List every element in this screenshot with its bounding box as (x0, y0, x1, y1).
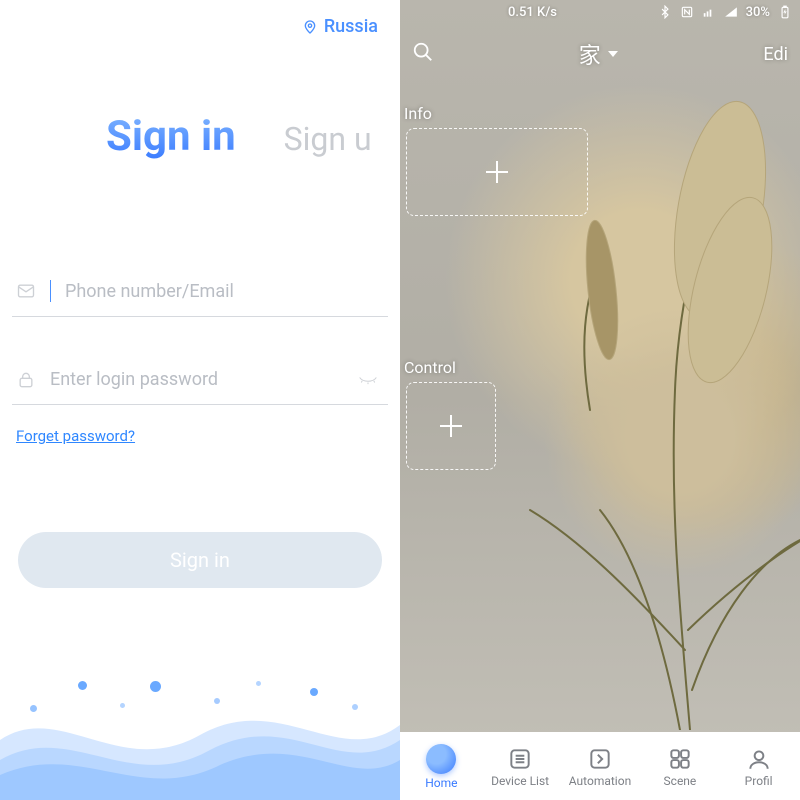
nav-profile-label: Profil (745, 774, 773, 788)
lock-icon (16, 370, 36, 390)
nav-home[interactable]: Home (411, 744, 471, 790)
nav-device-list[interactable]: Device List (490, 746, 550, 788)
signal-4g-icon (702, 5, 716, 19)
search-button[interactable] (412, 41, 434, 67)
plus-icon (486, 161, 508, 183)
location-pin-icon (302, 18, 318, 36)
nav-scene-label: Scene (664, 774, 697, 788)
android-status-bar: 0.51 K/s 30% (400, 0, 800, 24)
home-icon (426, 744, 456, 774)
battery-charging-icon (778, 5, 792, 19)
nav-profile[interactable]: Profil (729, 746, 789, 788)
home-title-label: 家 (579, 38, 601, 70)
envelope-icon (16, 281, 36, 301)
nfc-icon (680, 5, 694, 19)
add-info-card[interactable] (406, 128, 588, 216)
search-icon (412, 41, 434, 63)
plus-icon (440, 415, 462, 437)
bluetooth-icon (658, 5, 672, 19)
edit-button[interactable]: Edi (763, 44, 788, 65)
section-control-label: Control (404, 358, 456, 377)
email-input[interactable] (65, 281, 384, 302)
signin-button[interactable]: Sign in (18, 532, 382, 588)
nav-home-label: Home (425, 776, 457, 790)
signal-bars-icon (724, 5, 738, 19)
home-title-dropdown[interactable]: 家 (579, 38, 619, 70)
app-top-bar: 家 Edi (400, 32, 800, 76)
profile-icon (746, 746, 772, 772)
signin-form: Forget password? (12, 268, 388, 445)
signin-screen: Russia Sign in Sign u Forget password? S… (0, 0, 400, 800)
bottom-nav: Home Device List Automation Scene Profil (400, 732, 800, 800)
country-label: Russia (324, 16, 378, 37)
nav-automation[interactable]: Automation (569, 746, 631, 788)
scene-icon (667, 746, 693, 772)
list-icon (507, 746, 533, 772)
nav-scene[interactable]: Scene (650, 746, 710, 788)
forgot-password-link[interactable]: Forget password? (16, 427, 135, 445)
battery-percent: 30% (746, 5, 770, 20)
country-selector[interactable]: Russia (302, 16, 378, 37)
tab-signup[interactable]: Sign u (284, 120, 372, 158)
add-control-card[interactable] (406, 382, 496, 470)
password-field-row (12, 357, 388, 405)
password-input[interactable] (50, 369, 344, 390)
auth-tabs: Sign in Sign u (0, 112, 400, 161)
decorative-waves (0, 680, 400, 800)
nav-automation-label: Automation (569, 774, 631, 788)
nav-device-list-label: Device List (491, 774, 549, 788)
section-info-label: Info (404, 104, 432, 123)
network-speed: 0.51 K/s (508, 5, 557, 20)
caret-down-icon (607, 48, 619, 60)
home-screen: 0.51 K/s 30% 家 Edi Info Control (400, 0, 800, 800)
email-field-row (12, 268, 388, 317)
tab-signin[interactable]: Sign in (106, 112, 236, 161)
eye-closed-icon[interactable] (358, 370, 378, 390)
text-caret (50, 280, 51, 302)
automation-icon (587, 746, 613, 772)
